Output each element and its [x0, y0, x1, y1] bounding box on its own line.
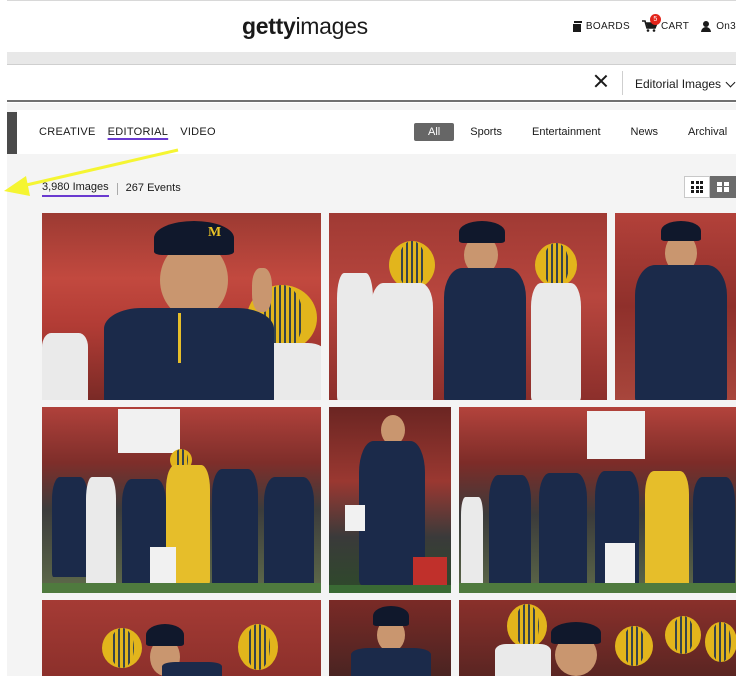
site-header: gettyimages BOARDS 5 CART On3 — [7, 0, 736, 52]
category-archival[interactable]: Archival — [688, 123, 727, 141]
category-all[interactable]: All — [414, 123, 455, 141]
count-divider — [116, 183, 118, 195]
image-type-dropdown[interactable]: Editorial Images — [635, 77, 736, 91]
asset-type-tabs: CREATIVE EDITORIAL VIDEO — [39, 126, 228, 138]
result-photo[interactable] — [42, 600, 321, 676]
chevron-down-icon — [725, 77, 736, 88]
category-tabs: All Sports Entertainment News Archival — [414, 123, 727, 141]
category-sports[interactable]: Sports — [470, 123, 502, 141]
clear-search-icon[interactable] — [594, 74, 608, 88]
header-divider-band — [7, 52, 736, 64]
image-type-selected: Editorial Images — [635, 77, 722, 91]
cart-label: CART — [660, 20, 690, 32]
search-divider — [622, 71, 623, 95]
result-photo[interactable] — [615, 213, 736, 400]
category-news[interactable]: News — [631, 123, 659, 141]
result-photo[interactable] — [329, 213, 607, 400]
view-mode-toggle — [684, 176, 736, 198]
header-actions: BOARDS 5 CART On3 — [571, 14, 736, 33]
result-photo[interactable]: M — [42, 213, 321, 400]
events-count-link[interactable]: 267 Events — [126, 182, 181, 196]
account-menu[interactable]: On3 — [701, 20, 736, 32]
grid-icon — [691, 181, 703, 193]
cart-count-badge: 5 — [649, 14, 661, 25]
boards-label: BOARDS — [585, 20, 630, 32]
result-photo[interactable] — [329, 407, 451, 593]
boards-link[interactable]: BOARDS — [571, 20, 630, 33]
tab-editorial[interactable]: EDITORIAL — [108, 126, 169, 138]
mosaic-view-button[interactable] — [710, 176, 736, 198]
result-photo[interactable] — [459, 600, 736, 676]
filter-bar: CREATIVE EDITORIAL VIDEO All Sports Ente… — [17, 110, 736, 154]
account-name: On3 — [716, 20, 736, 32]
result-photo[interactable] — [329, 600, 451, 676]
search-bar: Editorial Images — [7, 64, 736, 102]
boards-icon — [571, 21, 582, 33]
result-photo[interactable] — [42, 407, 321, 593]
result-counts: 3,980 Images 267 Events — [42, 181, 181, 197]
page: gettyimages BOARDS 5 CART On3 Editorial … — [0, 0, 736, 676]
tab-video[interactable]: VIDEO — [180, 126, 216, 138]
tab-creative[interactable]: CREATIVE — [39, 126, 96, 138]
grid-view-button[interactable] — [684, 176, 710, 198]
filter-panel-toggle[interactable] — [7, 112, 17, 154]
cart-icon: 5 — [641, 14, 661, 32]
cart-link[interactable]: 5 CART — [641, 14, 690, 32]
gettyimages-logo[interactable]: gettyimages — [242, 13, 368, 40]
category-entertainment[interactable]: Entertainment — [532, 123, 600, 141]
logo-bold-text: getty — [242, 13, 296, 39]
mosaic-icon — [717, 181, 729, 193]
logo-light-text: images — [295, 13, 368, 39]
images-count-link[interactable]: 3,980 Images — [42, 181, 109, 197]
result-photo[interactable] — [459, 407, 736, 593]
user-icon — [701, 20, 712, 32]
